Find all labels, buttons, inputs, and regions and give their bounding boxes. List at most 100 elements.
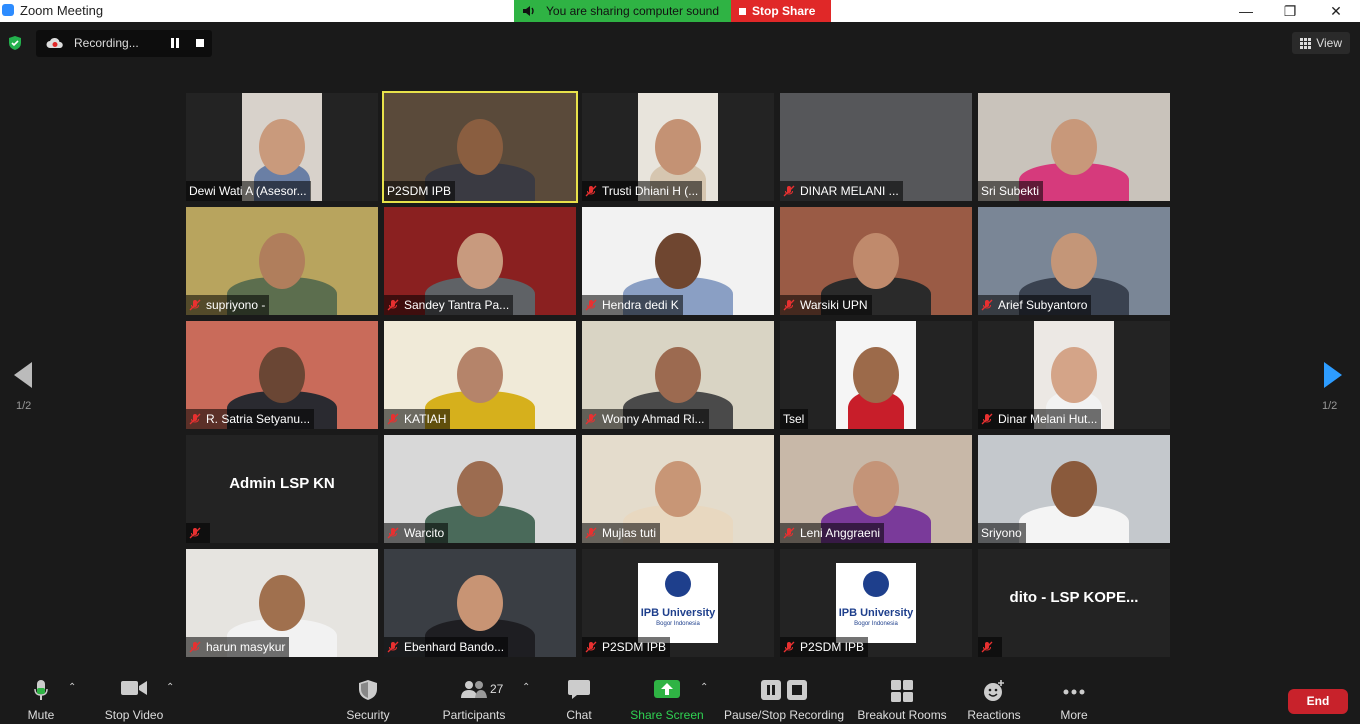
page-indicator-left: 1/2: [16, 400, 32, 412]
person-head: [457, 575, 503, 631]
share-options-caret-icon[interactable]: ⌃: [700, 682, 708, 693]
muted-microphone-icon: [387, 413, 404, 425]
participant-tile[interactable]: Dewi Wati A (Asesor...: [186, 93, 378, 201]
participant-tile[interactable]: Warcito: [384, 435, 576, 543]
mute-options-caret-icon[interactable]: ⌃: [68, 682, 76, 693]
person-head: [259, 119, 305, 175]
participant-name-tag: Warsiki UPN: [780, 295, 872, 315]
chat-button[interactable]: Chat: [556, 668, 602, 724]
minimize-button[interactable]: —: [1226, 1, 1266, 21]
person-head: [655, 347, 701, 403]
participant-name: KATIAH: [404, 412, 447, 426]
pause-stop-recording-icon: [761, 680, 807, 700]
person-head: [259, 575, 305, 631]
previous-page-arrow-icon[interactable]: [14, 362, 32, 388]
participant-display-name: Admin LSP KN: [229, 475, 335, 492]
more-dots-icon: [1063, 689, 1085, 695]
participant-tile[interactable]: Tsel: [780, 321, 972, 429]
participant-tile[interactable]: Sriyono: [978, 435, 1170, 543]
participant-tile[interactable]: Hendra dedi K: [582, 207, 774, 315]
person-head: [457, 461, 503, 517]
participant-tile[interactable]: Sandey Tantra Pa...: [384, 207, 576, 315]
recording-indicator: Recording...: [36, 30, 212, 57]
close-window-button[interactable]: ✕: [1316, 1, 1356, 21]
participant-tile[interactable]: IPB University Bogor Indonesia P2SDM IPB: [582, 549, 774, 657]
participant-tile[interactable]: IPB University Bogor Indonesia P2SDM IPB: [780, 549, 972, 657]
share-screen-button[interactable]: Share Screen: [630, 668, 704, 724]
person-head: [457, 347, 503, 403]
participant-tile[interactable]: DINAR MELANI ...: [780, 93, 972, 201]
reactions-button[interactable]: Reactions: [962, 668, 1026, 724]
person-head: [259, 347, 305, 403]
muted-microphone-icon: [981, 413, 998, 425]
muted-microphone-icon: [189, 413, 206, 425]
participants-options-caret-icon[interactable]: ⌃: [522, 682, 530, 693]
participant-name: Sri Subekti: [981, 184, 1040, 198]
participant-tile[interactable]: Sri Subekti: [978, 93, 1170, 201]
participant-tile[interactable]: Dinar Melani Hut...: [978, 321, 1170, 429]
participant-tile[interactable]: supriyono -: [186, 207, 378, 315]
next-page-arrow-icon[interactable]: [1324, 362, 1342, 388]
person-head: [853, 347, 899, 403]
participant-tile[interactable]: Trusti Dhiani H (...: [582, 93, 774, 201]
participant-name: Tsel: [783, 412, 805, 426]
stop-recording-icon[interactable]: [196, 39, 204, 47]
participant-tile[interactable]: dito - LSP KOPE...: [978, 549, 1170, 657]
mute-label: Mute: [27, 708, 55, 722]
participant-tile[interactable]: P2SDM IPB: [382, 91, 578, 203]
breakout-rooms-button[interactable]: Breakout Rooms: [856, 668, 948, 724]
participant-tile[interactable]: R. Satria Setyanu...: [186, 321, 378, 429]
participant-name-tag: Hendra dedi K: [582, 295, 683, 315]
participant-name-tag: [186, 523, 210, 543]
encryption-shield-icon[interactable]: [8, 36, 22, 50]
more-button[interactable]: More: [1050, 668, 1098, 724]
muted-microphone-icon: [189, 641, 206, 653]
muted-microphone-icon: [387, 299, 404, 311]
grid-icon: [1300, 37, 1312, 49]
reactions-label: Reactions: [967, 708, 1021, 722]
restore-button[interactable]: ❐: [1270, 1, 1310, 21]
view-button[interactable]: View: [1292, 32, 1350, 54]
person-head: [457, 119, 503, 175]
muted-microphone-icon: [585, 527, 602, 539]
participant-tile[interactable]: harun masykur: [186, 549, 378, 657]
security-button[interactable]: Security: [338, 668, 398, 724]
stop-share-button[interactable]: Stop Share: [731, 0, 832, 22]
participant-name-tag: P2SDM IPB: [582, 637, 671, 657]
microphone-icon: [34, 680, 48, 700]
participants-button[interactable]: Participants: [438, 668, 510, 724]
pause-stop-recording-button[interactable]: Pause/Stop Recording: [722, 668, 846, 724]
stop-video-button[interactable]: Stop Video: [98, 668, 170, 724]
participant-tile[interactable]: Warsiki UPN: [780, 207, 972, 315]
person-head: [853, 461, 899, 517]
person-head: [853, 233, 899, 289]
participant-tile[interactable]: Mujlas tuti: [582, 435, 774, 543]
participant-name-tag: Sriyono: [978, 523, 1026, 543]
muted-microphone-icon: [585, 185, 602, 197]
participant-tile[interactable]: Arief Subyantoro: [978, 207, 1170, 315]
participant-name-tag: [978, 637, 1002, 657]
ipb-university-logo: IPB University Bogor Indonesia: [836, 563, 916, 643]
participant-tile[interactable]: Leni Anggraeni: [780, 435, 972, 543]
window-title: Zoom Meeting: [20, 3, 104, 18]
participant-tile[interactable]: Ebenhard Bando...: [384, 549, 576, 657]
pause-recording-icon[interactable]: [170, 38, 180, 48]
participants-label: Participants: [442, 708, 506, 722]
muted-microphone-icon: [981, 299, 998, 311]
participant-tile[interactable]: KATIAH: [384, 321, 576, 429]
video-options-caret-icon[interactable]: ⌃: [166, 682, 174, 693]
breakout-rooms-icon: [891, 680, 913, 702]
participant-name: Hendra dedi K: [602, 298, 679, 312]
muted-microphone-icon: [387, 527, 404, 539]
participant-tile[interactable]: Admin LSP KN: [186, 435, 378, 543]
muted-microphone-icon: [783, 185, 800, 197]
end-meeting-button[interactable]: End: [1288, 689, 1348, 714]
mute-button[interactable]: Mute: [16, 668, 66, 724]
person-head: [1051, 233, 1097, 289]
participant-tile[interactable]: Wonny Ahmad Ri...: [582, 321, 774, 429]
person-head: [1051, 461, 1097, 517]
breakout-rooms-label: Breakout Rooms: [857, 708, 947, 722]
person-head: [457, 233, 503, 289]
muted-microphone-icon: [189, 527, 206, 539]
recording-label: Recording...: [74, 36, 139, 50]
